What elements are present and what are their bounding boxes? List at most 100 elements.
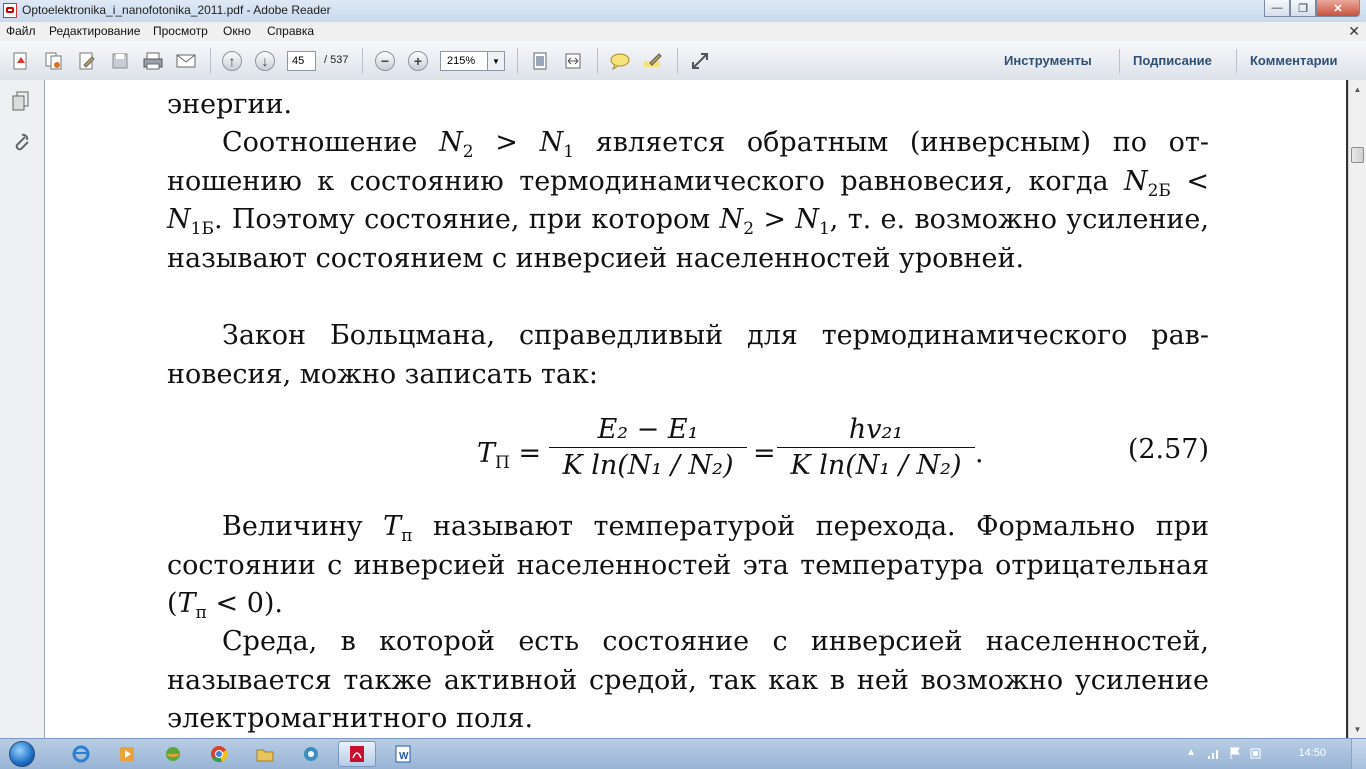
symbol-n: N	[167, 204, 191, 235]
fraction-2: hv₂₁ K ln(N₁ / N₂)	[777, 414, 975, 481]
close-document-icon[interactable]: ✕	[1348, 23, 1360, 40]
show-desktop-button[interactable]	[1351, 739, 1366, 769]
p3-text-c: < 0).	[206, 588, 283, 619]
fit-page-icon[interactable]	[529, 50, 551, 72]
zoom-select[interactable]: 215% ▼	[440, 51, 505, 71]
combine-files-icon[interactable]	[43, 50, 65, 72]
zoom-out-icon[interactable]: −	[374, 50, 396, 72]
menu-view[interactable]: Просмотр	[153, 24, 208, 38]
active-medium-text: Среда, в которой есть состояние с инверс…	[167, 626, 1209, 734]
p1-text-a: Соотношение	[222, 127, 440, 158]
symbol-t: T	[477, 438, 496, 469]
symbol-n: N	[439, 127, 463, 158]
period: .	[975, 438, 984, 469]
toolbar-separator	[1119, 49, 1120, 73]
close-button[interactable]: ✕	[1316, 0, 1360, 17]
vertical-scrollbar[interactable]: ▲ ▼	[1348, 80, 1366, 738]
full-screen-icon[interactable]	[689, 50, 711, 72]
menu-bar: Файл Редактирование Просмотр Окно Справк…	[0, 22, 1366, 41]
minimize-button[interactable]: —	[1264, 0, 1290, 17]
p3-text-a: Величину	[222, 511, 384, 542]
scroll-down-icon[interactable]: ▼	[1351, 722, 1364, 736]
zoom-in-icon[interactable]: +	[407, 50, 429, 72]
menu-edit[interactable]: Редактирование	[49, 24, 140, 38]
subscript: п	[401, 526, 413, 546]
fraction-1: E₂ − E₁ K ln(N₁ / N₂)	[549, 414, 747, 481]
clock[interactable]: 14:50	[1298, 747, 1326, 759]
chrome-icon[interactable]	[200, 741, 238, 767]
highlight-icon[interactable]	[642, 50, 664, 72]
greater-sign: >	[473, 127, 540, 158]
subscript: 2	[743, 219, 755, 239]
adobe-reader-icon	[3, 3, 17, 18]
page-thumbnails-icon[interactable]	[10, 90, 32, 112]
p1-text-c: . Поэтому состояние, при котором	[213, 204, 720, 235]
menu-help[interactable]: Справка	[267, 24, 314, 38]
equation-number: (2.57)	[1127, 434, 1209, 465]
media-player-icon[interactable]	[108, 741, 146, 767]
symbol-n: N	[719, 204, 744, 235]
subscript: 1	[563, 142, 575, 162]
paragraph-4: Среда, в которой есть состояние с инверс…	[167, 623, 1209, 738]
menu-window[interactable]: Окно	[223, 24, 251, 38]
adobe-reader-taskbar-icon[interactable]	[338, 741, 376, 767]
fraction-numerator: hv₂₁	[777, 414, 975, 448]
save-icon[interactable]	[109, 50, 131, 72]
maximize-button[interactable]: ❐	[1290, 0, 1316, 17]
symbol-t: T	[177, 588, 196, 619]
previous-page-icon[interactable]: ↑	[221, 50, 243, 72]
symbol-n: N	[539, 127, 564, 158]
start-button[interactable]	[4, 739, 40, 769]
next-page-icon[interactable]: ↓	[254, 50, 276, 72]
toolbar-separator	[1236, 49, 1237, 73]
toolbar-separator	[210, 48, 211, 74]
network-signal-icon[interactable]	[1207, 746, 1221, 765]
subscript: 1	[818, 219, 830, 239]
scroll-up-icon[interactable]: ▲	[1351, 82, 1364, 96]
fraction-numerator: E₂ − E₁	[549, 414, 747, 448]
show-hidden-icons-icon[interactable]: ▲	[1186, 747, 1196, 758]
fraction-denominator: K ln(N₁ / N₂)	[562, 450, 734, 481]
symbol-t: T	[383, 511, 402, 542]
toolbar-separator	[597, 48, 598, 74]
navigation-pane	[0, 80, 45, 738]
tab-tools[interactable]: Инструменты	[1004, 53, 1092, 68]
scroll-thumb[interactable]	[1351, 147, 1364, 163]
tab-sign[interactable]: Подписание	[1133, 53, 1212, 68]
title-bar: Optoelektronika_i_nanofotonika_2011.pdf …	[0, 0, 1366, 23]
tab-comments[interactable]: Комментарии	[1250, 53, 1338, 68]
print-icon[interactable]	[142, 50, 164, 72]
subscript: п	[195, 603, 207, 623]
fit-width-icon[interactable]	[562, 50, 584, 72]
internet-explorer-icon[interactable]	[62, 741, 100, 767]
equals-sign: =	[753, 438, 776, 469]
page-number-input[interactable]: 45	[287, 51, 316, 71]
page-text-top: энергии.	[167, 86, 1209, 125]
chevron-down-icon[interactable]: ▼	[487, 52, 504, 70]
toolbar-separator	[517, 48, 518, 74]
create-pdf-icon[interactable]	[10, 50, 32, 72]
equals-sign: =	[518, 438, 542, 469]
toolbar: ↑ ↓ 45 / 537 − + 215% ▼ Инструменты Подп…	[0, 41, 1366, 81]
equation-lhs: TП =	[477, 438, 542, 472]
power-icon[interactable]	[1249, 746, 1263, 765]
windows-logo-icon	[9, 741, 35, 767]
symbol-n: N	[1123, 165, 1148, 197]
file-explorer-icon[interactable]	[246, 741, 284, 767]
taskbar: W ▲ 14:50	[0, 738, 1366, 769]
app-icon[interactable]	[292, 741, 330, 767]
flag-icon[interactable]	[1228, 746, 1242, 765]
svg-text:W: W	[399, 751, 409, 762]
word-icon[interactable]: W	[384, 741, 422, 767]
menu-file[interactable]: Файл	[6, 24, 36, 38]
email-icon[interactable]	[175, 50, 197, 72]
media-center-icon[interactable]	[154, 741, 192, 767]
window-title: Optoelektronika_i_nanofotonika_2011.pdf …	[22, 3, 331, 17]
edit-pdf-icon[interactable]	[76, 50, 98, 72]
zoom-value: 215%	[447, 55, 476, 67]
document-view[interactable]: энергии. Соотношение N2 > N1 является об…	[45, 80, 1348, 738]
boltzmann-text: Закон Больцмана, справедливый для термод…	[167, 320, 1209, 390]
attachments-icon[interactable]	[10, 132, 32, 154]
comment-icon[interactable]	[609, 50, 631, 72]
less-sign: <	[1170, 165, 1209, 197]
